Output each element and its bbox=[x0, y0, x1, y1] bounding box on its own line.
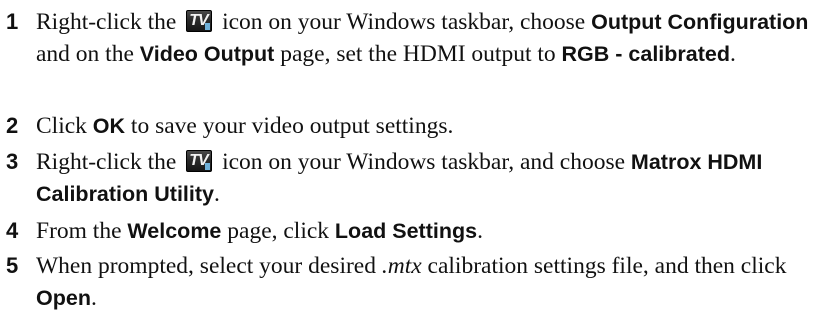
tv-icon-highlight bbox=[205, 23, 211, 30]
step-text-segment: When prompted, select your desired bbox=[36, 253, 376, 279]
step-text-segment: page, set the HDMI output to bbox=[280, 41, 556, 67]
step-number: 5 bbox=[6, 253, 19, 278]
step-text-segment: to save your video output settings. bbox=[130, 113, 454, 139]
ui-term: OK bbox=[92, 114, 126, 138]
step-text-segment: calibration settings file, and then clic… bbox=[427, 253, 787, 279]
step-text-segment: icon on your Windows taskbar, choose bbox=[222, 9, 586, 35]
step-text-segment: icon on your Windows taskbar, and choose bbox=[222, 149, 626, 175]
step-text: Right-click the TV icon on your Windows … bbox=[36, 146, 826, 210]
step-text-segment: . bbox=[213, 181, 220, 207]
ui-term: Open bbox=[36, 286, 91, 310]
tv-icon: TV bbox=[186, 150, 213, 172]
ui-term: Output Configuration bbox=[591, 10, 809, 34]
step-text-segment: . bbox=[90, 285, 97, 311]
step-text: From the Welcome page, click Load Settin… bbox=[36, 215, 826, 247]
step-number: 1 bbox=[6, 9, 19, 34]
step-text: Click OK to save your video output setti… bbox=[36, 110, 826, 142]
ui-term: Video Output bbox=[139, 42, 275, 66]
step-text-segment: and on the bbox=[36, 41, 134, 67]
step-text-segment: page, click bbox=[227, 218, 330, 244]
step-text-segment: Right-click the bbox=[36, 149, 177, 175]
tv-icon-highlight bbox=[205, 163, 211, 170]
tv-icon: TV bbox=[186, 10, 213, 32]
step-text: Right-click the TV icon on your Windows … bbox=[36, 6, 826, 70]
step-number: 3 bbox=[6, 149, 19, 174]
step-text-segment: From the bbox=[36, 218, 122, 244]
ui-term: Load Settings bbox=[334, 219, 478, 243]
ui-term: RGB - calibrated bbox=[561, 42, 730, 66]
step-text-segment: Click bbox=[36, 113, 87, 139]
step-text-segment: . bbox=[477, 218, 483, 244]
step-number: 4 bbox=[6, 218, 19, 243]
step-number: 2 bbox=[6, 113, 19, 138]
file-extension: .mtx bbox=[381, 253, 422, 279]
step-text: When prompted, select your desired .mtx … bbox=[36, 250, 826, 314]
ui-term: Welcome bbox=[127, 219, 222, 243]
step-text-segment: Right-click the bbox=[36, 9, 177, 35]
step-text-segment: . bbox=[729, 41, 736, 67]
